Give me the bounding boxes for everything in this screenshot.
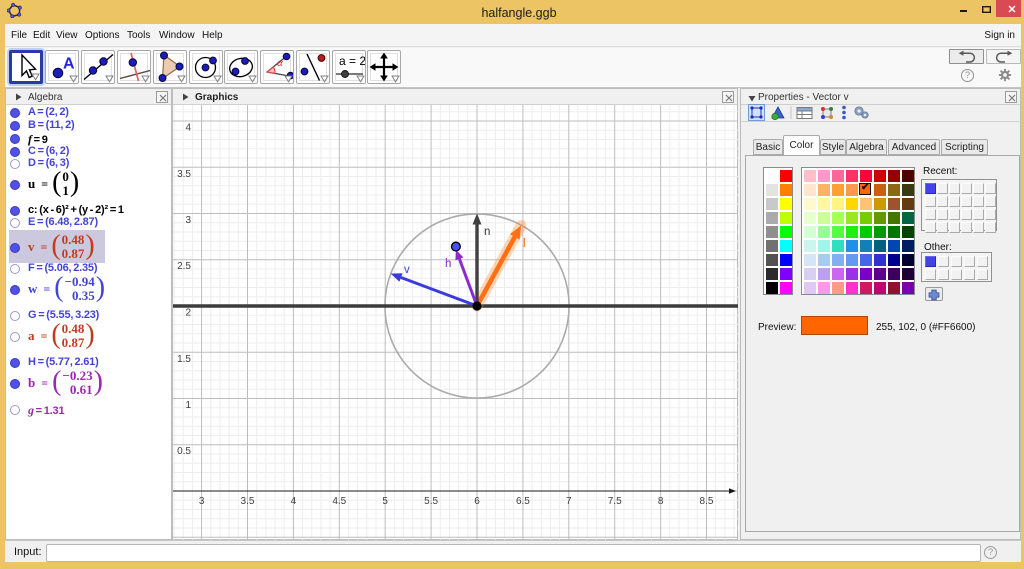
svg-text:1.5: 1.5 — [177, 354, 191, 365]
svg-text:2: 2 — [185, 308, 191, 319]
svg-text:7: 7 — [566, 496, 572, 507]
svg-text:7.5: 7.5 — [608, 496, 622, 507]
svg-text:5.5: 5.5 — [424, 496, 438, 507]
svg-text:3: 3 — [199, 496, 205, 507]
svg-text:3.5: 3.5 — [241, 496, 255, 507]
svg-text:n: n — [484, 226, 490, 238]
svg-text:a = 2: a = 2 — [339, 54, 365, 68]
svg-text:1: 1 — [185, 400, 191, 411]
svg-text:l: l — [523, 238, 526, 250]
svg-text:h: h — [445, 258, 451, 270]
svg-text:4: 4 — [185, 123, 191, 134]
svg-text:8.5: 8.5 — [700, 496, 714, 507]
svg-text:3: 3 — [185, 215, 191, 226]
svg-text:v: v — [404, 264, 410, 276]
svg-text:5: 5 — [382, 496, 388, 507]
svg-text:A: A — [63, 56, 75, 73]
svg-text:6: 6 — [474, 496, 480, 507]
svg-text:6.5: 6.5 — [516, 496, 530, 507]
svg-text:4: 4 — [291, 496, 297, 507]
svg-text:0.5: 0.5 — [177, 446, 191, 457]
svg-text:α: α — [277, 57, 283, 69]
svg-text:8: 8 — [658, 496, 664, 507]
svg-text:4.5: 4.5 — [332, 496, 346, 507]
svg-text:3.5: 3.5 — [177, 169, 191, 180]
svg-text:2.5: 2.5 — [177, 261, 191, 272]
